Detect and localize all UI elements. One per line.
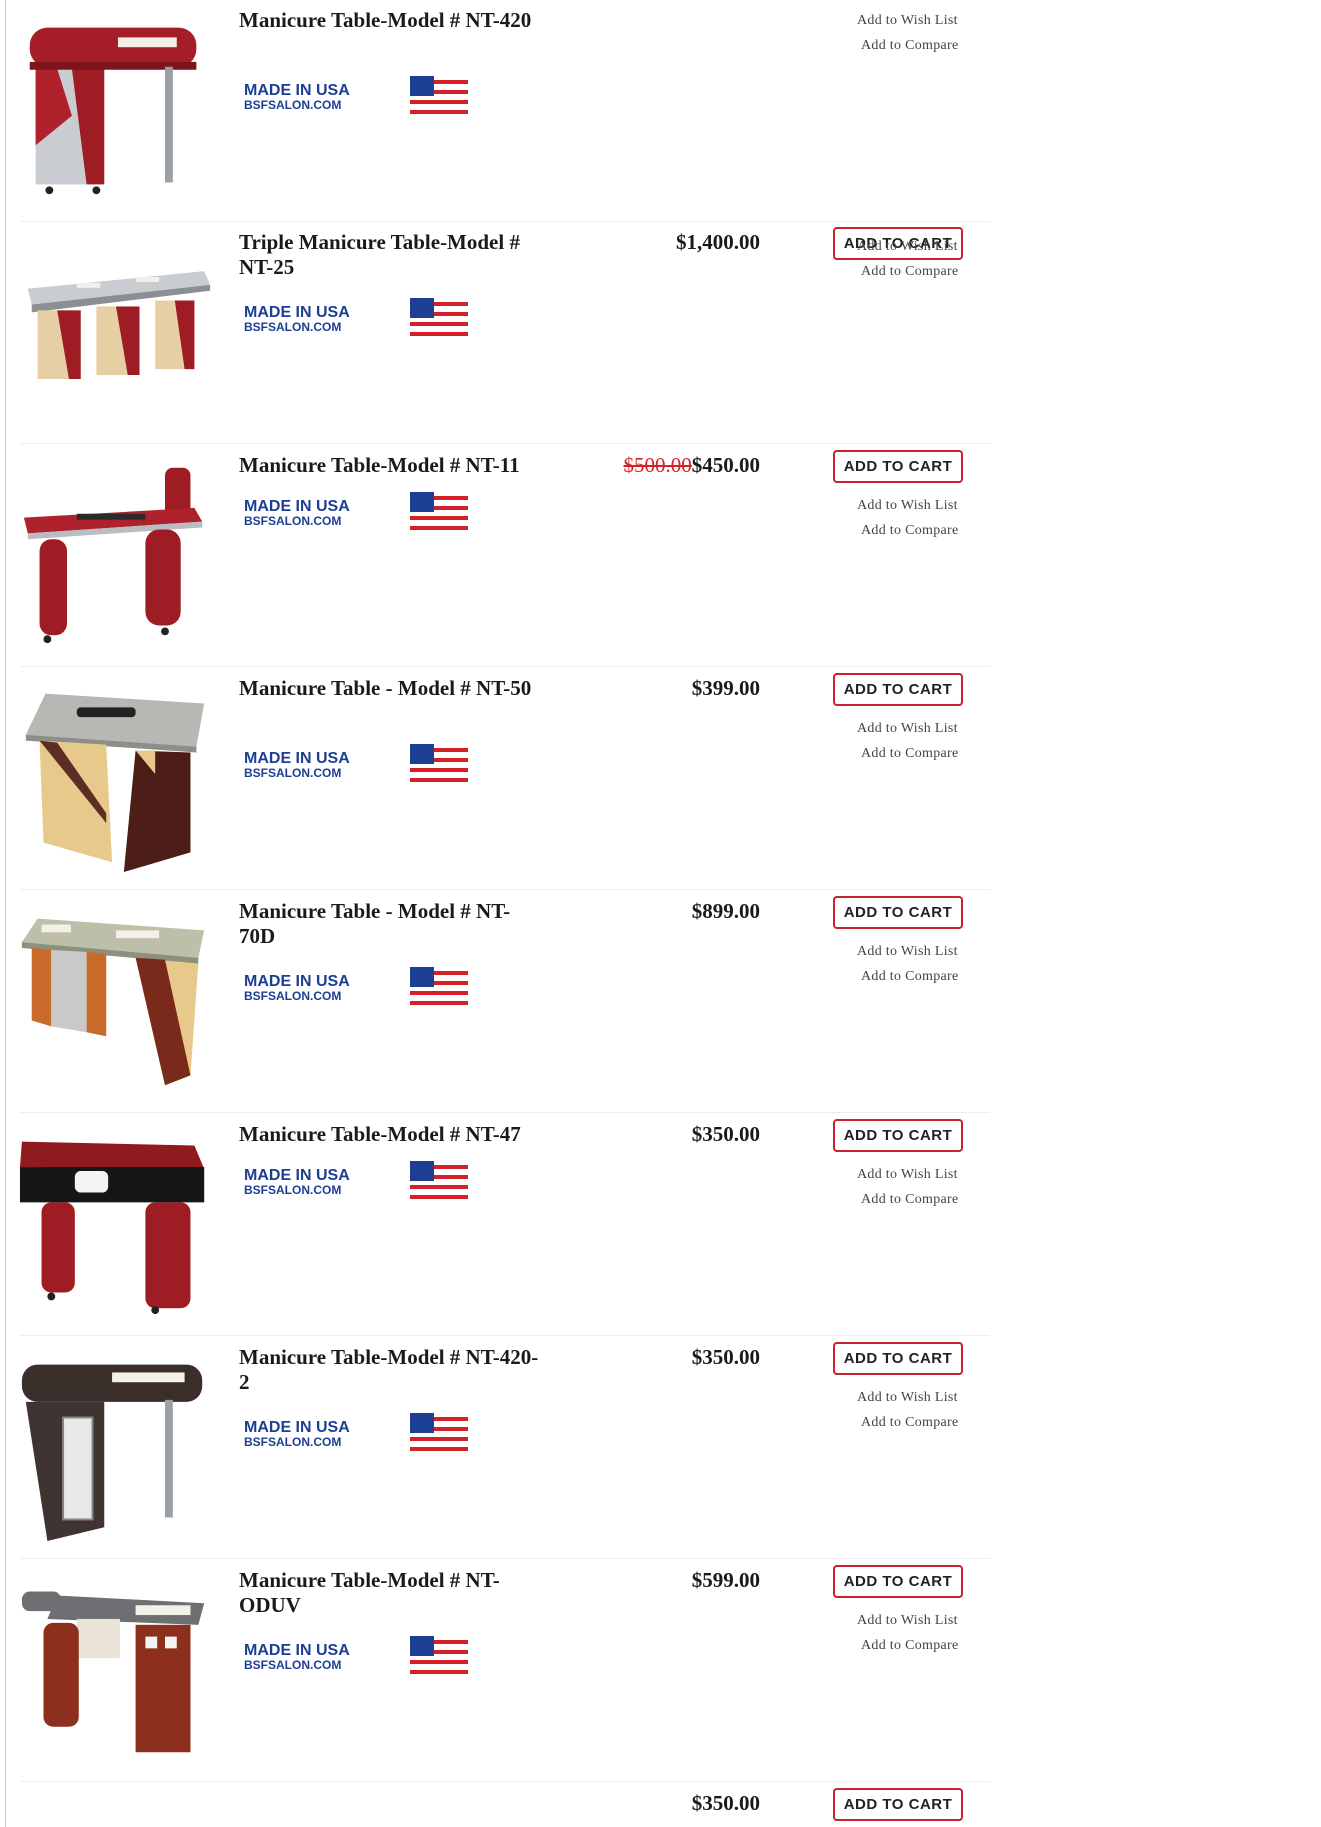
made-in-usa-logo: MADE IN USA BSFSALON.COM — [244, 967, 468, 1007]
add-to-compare-link[interactable]: Add to Compare — [861, 1638, 959, 1654]
add-to-wish-list-link[interactable]: Add to Wish List — [857, 944, 958, 960]
row-divider — [20, 1112, 990, 1113]
svg-text:MADE IN USA: MADE IN USA — [244, 304, 350, 321]
add-to-cart-button[interactable]: ADD TO CART — [833, 673, 963, 706]
current-price: $450.00 — [691, 453, 760, 477]
add-to-cart-button[interactable]: ADD TO CART — [833, 1119, 963, 1152]
current-price: $350.00 — [691, 1791, 760, 1815]
add-to-compare-link[interactable]: Add to Compare — [861, 746, 959, 762]
product-row: Manicure Table-Model # NT-ODUV MADE IN U… — [0, 1560, 990, 1782]
product-price: $350.00 — [560, 1345, 760, 1370]
add-to-wish-list-link[interactable]: Add to Wish List — [857, 721, 958, 737]
product-price: $599.00 — [560, 1568, 760, 1593]
row-divider — [20, 1781, 990, 1782]
svg-text:MADE IN USA: MADE IN USA — [244, 1167, 350, 1184]
svg-text:MADE IN USA: MADE IN USA — [244, 82, 350, 99]
add-to-compare-link[interactable]: Add to Compare — [861, 264, 959, 280]
product-price: $350.00 — [560, 1122, 760, 1147]
product-image-nt-oduv[interactable] — [18, 1566, 214, 1766]
product-title[interactable]: Manicure Table-Model # NT-47 — [239, 1122, 539, 1147]
product-price: $399.00 — [560, 676, 760, 701]
product-title[interactable]: Manicure Table - Model # NT-50 — [239, 676, 539, 701]
current-price: $350.00 — [691, 1345, 760, 1369]
made-in-usa-logo: MADE IN USA BSFSALON.COM — [244, 1161, 468, 1201]
product-image-nt-47[interactable] — [18, 1120, 214, 1320]
product-image-nt-25[interactable] — [18, 228, 214, 428]
product-title[interactable]: Manicure Table - Model # NT-70D — [239, 899, 539, 949]
made-in-usa-logo: MADE IN USA BSFSALON.COM — [244, 744, 468, 784]
row-divider — [20, 1558, 990, 1559]
current-price: $899.00 — [691, 899, 760, 923]
product-price: $350.00 — [560, 1791, 760, 1816]
product-row: Triple Manicure Table-Model # NT-25 MADE… — [0, 222, 990, 444]
svg-text:MADE IN USA: MADE IN USA — [244, 1642, 350, 1659]
svg-text:BSFSALON.COM: BSFSALON.COM — [244, 98, 341, 112]
add-to-cart-button[interactable]: ADD TO CART — [833, 1788, 963, 1821]
add-to-cart-button[interactable]: ADD TO CART — [833, 1342, 963, 1375]
row-divider — [20, 1335, 990, 1336]
svg-text:MADE IN USA: MADE IN USA — [244, 750, 350, 767]
product-title[interactable]: Manicure Table-Model # NT-420 — [239, 8, 539, 33]
add-to-compare-link[interactable]: Add to Compare — [861, 523, 959, 539]
add-to-compare-link[interactable]: Add to Compare — [861, 38, 959, 54]
svg-text:MADE IN USA: MADE IN USA — [244, 973, 350, 990]
svg-text:BSFSALON.COM: BSFSALON.COM — [244, 320, 341, 334]
svg-text:BSFSALON.COM: BSFSALON.COM — [244, 1658, 341, 1672]
add-to-wish-list-link[interactable]: Add to Wish List — [857, 13, 958, 29]
add-to-wish-list-link[interactable]: Add to Wish List — [857, 1390, 958, 1406]
product-title[interactable]: Triple Manicure Table-Model # NT-25 — [239, 230, 539, 280]
svg-text:BSFSALON.COM: BSFSALON.COM — [244, 1183, 341, 1197]
svg-text:MADE IN USA: MADE IN USA — [244, 1419, 350, 1436]
current-price: $399.00 — [691, 676, 760, 700]
current-price: $599.00 — [691, 1568, 760, 1592]
product-row: Manicure Table-Model # NT-47 MADE IN USA… — [0, 1114, 990, 1336]
row-divider — [20, 443, 990, 444]
product-image-nt-50[interactable] — [18, 674, 214, 874]
add-to-compare-link[interactable]: Add to Compare — [861, 969, 959, 985]
made-in-usa-logo: MADE IN USA BSFSALON.COM — [244, 76, 468, 116]
product-price: $899.00 — [560, 899, 760, 924]
product-image-nt-420[interactable] — [18, 6, 214, 206]
product-title[interactable]: Manicure Table-Model # NT-420-2 — [239, 1345, 539, 1395]
add-to-wish-list-link[interactable]: Add to Wish List — [857, 239, 958, 255]
product-row: Manicure Table - Model # NT-70D MADE IN … — [0, 891, 990, 1113]
made-in-usa-logo: MADE IN USA BSFSALON.COM — [244, 492, 468, 532]
current-price: $1,400.00 — [676, 230, 760, 254]
svg-text:BSFSALON.COM: BSFSALON.COM — [244, 989, 341, 1003]
made-in-usa-logo: MADE IN USA BSFSALON.COM — [244, 1413, 468, 1453]
svg-text:BSFSALON.COM: BSFSALON.COM — [244, 766, 341, 780]
row-divider — [20, 666, 990, 667]
add-to-wish-list-link[interactable]: Add to Wish List — [857, 498, 958, 514]
made-in-usa-logo: MADE IN USA BSFSALON.COM — [244, 298, 468, 338]
product-row: Manicure Table-Model # NT-420-2 MADE IN … — [0, 1337, 990, 1559]
add-to-compare-link[interactable]: Add to Compare — [861, 1415, 959, 1431]
product-title[interactable]: Manicure Table-Model # NT-11 — [239, 453, 539, 478]
product-title[interactable]: Manicure Table-Model # NT-ODUV — [239, 1568, 539, 1618]
product-row: $350.00 ADD TO CART — [0, 1783, 990, 1827]
add-to-wish-list-link[interactable]: Add to Wish List — [857, 1613, 958, 1629]
add-to-wish-list-link[interactable]: Add to Wish List — [857, 1167, 958, 1183]
product-image-nt-11[interactable] — [18, 451, 214, 651]
current-price: $350.00 — [691, 1122, 760, 1146]
product-price: $1,400.00 — [560, 230, 760, 255]
svg-text:BSFSALON.COM: BSFSALON.COM — [244, 514, 341, 528]
svg-text:MADE IN USA: MADE IN USA — [244, 498, 350, 515]
add-to-cart-button[interactable]: ADD TO CART — [833, 1565, 963, 1598]
add-to-cart-button[interactable]: ADD TO CART — [833, 450, 963, 483]
made-in-usa-logo: MADE IN USA BSFSALON.COM — [244, 1636, 468, 1676]
product-row: Manicure Table-Model # NT-11 MADE IN USA… — [0, 445, 990, 667]
product-image-nt-420-2[interactable] — [18, 1343, 214, 1543]
product-row: Manicure Table - Model # NT-50 MADE IN U… — [0, 668, 990, 890]
svg-text:BSFSALON.COM: BSFSALON.COM — [244, 1435, 341, 1449]
add-to-cart-button[interactable]: ADD TO CART — [833, 896, 963, 929]
add-to-compare-link[interactable]: Add to Compare — [861, 1192, 959, 1208]
product-row: Manicure Table-Model # NT-420 MADE IN US… — [0, 0, 990, 222]
row-divider — [20, 889, 990, 890]
product-price: $500.00$450.00 — [560, 453, 761, 478]
product-image-nt-70d[interactable] — [18, 897, 214, 1097]
old-price: $500.00 — [623, 453, 692, 477]
